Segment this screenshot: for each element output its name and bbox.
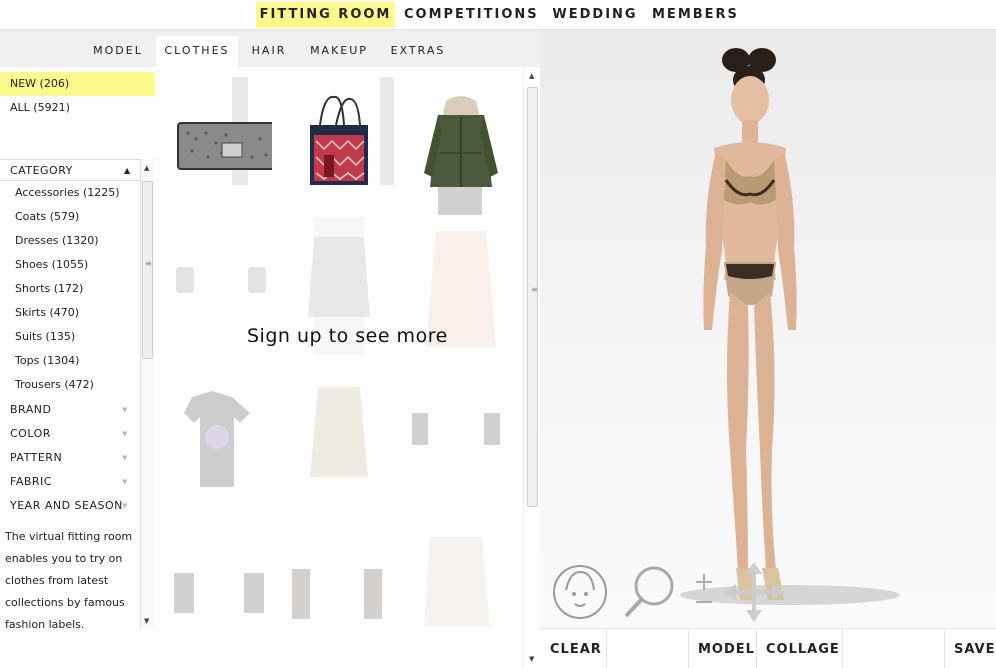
- category-header-label: CATEGORY: [10, 164, 73, 177]
- facet-fabric[interactable]: FABRIC ▼: [0, 470, 140, 494]
- category-scrollbar[interactable]: ▲ ≡ ▼: [140, 159, 154, 629]
- tote-bag-thumbnail[interactable]: [284, 77, 394, 215]
- chevron-down-icon: ▼: [122, 478, 128, 486]
- clothes-scrollbar[interactable]: ▲ ≡ ▼: [523, 67, 540, 668]
- facet-brand-label: BRAND: [10, 403, 52, 416]
- tab-hair[interactable]: HAIR: [246, 36, 292, 67]
- category-scrollbar-thumb[interactable]: ≡: [142, 181, 153, 359]
- filter-all[interactable]: ALL (5921): [0, 96, 155, 120]
- stage-controls: [548, 560, 798, 626]
- chevron-down-icon: ▼: [122, 454, 128, 462]
- category-shoes[interactable]: Shoes (1055): [15, 253, 139, 277]
- category-dresses[interactable]: Dresses (1320): [15, 229, 139, 253]
- category-tops[interactable]: Tops (1304): [15, 349, 139, 373]
- wardrobe-panel: MODEL CLOTHES HAIR MAKEUP EXTRAS NEW (20…: [0, 30, 540, 668]
- chevron-down-icon: ▼: [122, 502, 128, 510]
- category-skirts[interactable]: Skirts (470): [15, 301, 139, 325]
- bottom-toolbar: CLEAR MODEL COLLAGE SAVE: [540, 628, 996, 668]
- clothes-grid: Sign up to see more: [157, 67, 523, 668]
- facet-pattern-label: PATTERN: [10, 451, 63, 464]
- category-suits[interactable]: Suits (135): [15, 325, 139, 349]
- clear-button[interactable]: CLEAR: [540, 629, 606, 668]
- zoom-plus-minus-icon[interactable]: [696, 574, 712, 603]
- category-list: Accessories (1225) Coats (579) Dresses (…: [0, 181, 155, 397]
- leather-boots-thumbnail[interactable]: [284, 517, 394, 655]
- category-shorts[interactable]: Shorts (172): [15, 277, 139, 301]
- divider: [606, 629, 607, 668]
- category-trousers[interactable]: Trousers (472): [15, 373, 139, 397]
- controls-svg: [553, 562, 784, 622]
- signup-prompt[interactable]: Sign up to see more: [247, 325, 448, 347]
- tweed-skirt-thumbnail[interactable]: [284, 367, 394, 505]
- tab-extras[interactable]: EXTRAS: [384, 36, 452, 67]
- graphic-tshirt-thumbnail[interactable]: [162, 367, 272, 505]
- clothes-scrollbar-thumb[interactable]: ≡: [527, 87, 538, 507]
- scroll-up-icon[interactable]: ▲: [529, 72, 534, 80]
- facet-pattern[interactable]: PATTERN ▼: [0, 446, 140, 470]
- wardrobe-tabs: MODEL CLOTHES HAIR MAKEUP EXTRAS: [0, 30, 540, 67]
- scroll-down-icon[interactable]: ▼: [529, 655, 534, 663]
- move-arrows-icon[interactable]: [724, 562, 784, 622]
- tab-makeup[interactable]: MAKEUP: [304, 36, 374, 67]
- grip-icon: ≡: [531, 285, 538, 294]
- facet-color[interactable]: COLOR ▼: [0, 422, 140, 446]
- save-button[interactable]: SAVE: [944, 629, 996, 668]
- filter-sidebar: NEW (206) ALL (5921) CATEGORY ▲ Accessor…: [0, 67, 155, 668]
- nav-wedding[interactable]: WEDDING: [552, 2, 638, 28]
- divider: [842, 629, 843, 668]
- model-figure: [680, 48, 900, 605]
- nav-competitions[interactable]: COMPETITIONS: [404, 2, 538, 28]
- chevron-down-icon: ▼: [122, 406, 128, 414]
- parka-coat-thumbnail[interactable]: [406, 77, 516, 215]
- category-coats[interactable]: Coats (579): [15, 205, 139, 229]
- collage-button[interactable]: COLLAGE: [756, 629, 842, 668]
- category-header[interactable]: CATEGORY ▲: [0, 159, 155, 181]
- fitting-room-description: The virtual fitting room enables you to …: [5, 530, 133, 631]
- facet-year-season[interactable]: YEAR AND SEASON ▼: [0, 494, 140, 518]
- top-navigation: FITTING ROOM COMPETITIONS WEDDING MEMBER…: [0, 0, 996, 30]
- scroll-up-icon[interactable]: ▲: [144, 164, 149, 172]
- chevron-down-icon: ▼: [122, 430, 128, 438]
- nav-fitting-room[interactable]: FITTING ROOM: [256, 2, 395, 28]
- cream-skirt-thumbnail[interactable]: [406, 517, 516, 655]
- grip-icon: ≡: [145, 259, 152, 268]
- facet-brand[interactable]: BRAND ▼: [0, 398, 140, 422]
- scroll-down-icon[interactable]: ▼: [144, 617, 149, 625]
- model-stage: [540, 30, 996, 628]
- zoom-magnifier-icon[interactable]: [624, 566, 674, 618]
- nav-members[interactable]: MEMBERS: [652, 2, 738, 28]
- ankle-boots-thumbnail[interactable]: [406, 367, 516, 505]
- black-boots-thumbnail[interactable]: [162, 517, 272, 655]
- facet-fabric-label: FABRIC: [10, 475, 52, 488]
- facet-year-season-label: YEAR AND SEASON: [10, 499, 123, 512]
- clutch-bag-thumbnail[interactable]: [162, 77, 272, 215]
- collapse-up-icon: ▲: [124, 166, 131, 175]
- facet-color-label: COLOR: [10, 427, 51, 440]
- tab-clothes[interactable]: CLOTHES: [156, 36, 238, 67]
- category-accessories[interactable]: Accessories (1225): [15, 181, 139, 205]
- model-button[interactable]: MODEL: [688, 629, 756, 668]
- filter-new[interactable]: NEW (206): [0, 72, 155, 96]
- tab-model[interactable]: MODEL: [88, 36, 148, 67]
- face-icon[interactable]: [553, 565, 607, 619]
